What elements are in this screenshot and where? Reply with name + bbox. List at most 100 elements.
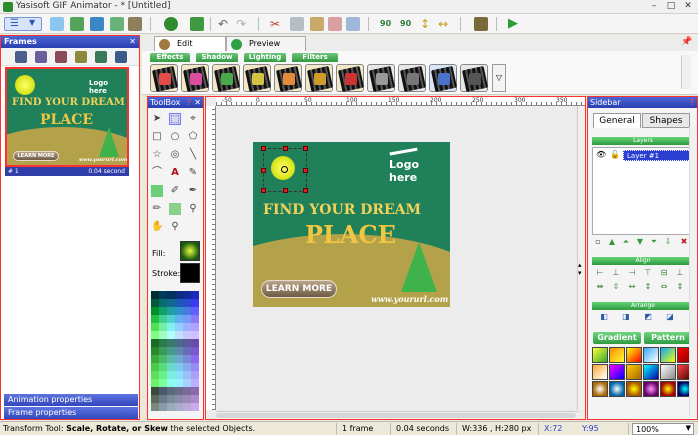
delete-layer-icon[interactable]: ✖ — [680, 238, 688, 246]
horizontal-scrollbar[interactable] — [216, 411, 578, 419]
resize-handle[interactable] — [261, 168, 266, 173]
help-icon[interactable]: ? — [187, 97, 191, 108]
align-top-icon[interactable]: ⊤ — [644, 269, 652, 277]
insert-frame-icon[interactable] — [35, 51, 47, 63]
layer-top-icon[interactable]: ⏶ — [622, 238, 630, 246]
resize-handle[interactable] — [303, 168, 308, 173]
close-button[interactable]: ✕ — [682, 1, 694, 12]
vertical-scrollbar[interactable]: ▴ ▾ — [577, 106, 585, 410]
center-v-icon[interactable]: ⇕ — [676, 283, 684, 291]
resize-handle[interactable] — [283, 146, 288, 151]
rectangle-icon[interactable]: □ — [151, 131, 163, 143]
fill-swatch[interactable] — [180, 241, 200, 261]
sidebar-scrollbar[interactable] — [689, 127, 696, 417]
move-frame-down-icon[interactable] — [115, 51, 127, 63]
merge-layer-icon[interactable]: ⇩ — [664, 238, 672, 246]
play-icon[interactable]: ▶ — [508, 17, 522, 31]
effect-preset-4[interactable] — [243, 64, 272, 93]
scroll-up-icon[interactable]: ▴ — [578, 261, 582, 269]
visibility-eye-icon[interactable]: 👁 — [596, 150, 606, 159]
menu-button[interactable]: ☰ ▼ — [4, 17, 42, 31]
duplicate-frame-icon[interactable] — [55, 51, 67, 63]
node-edit-icon[interactable]: ⌖ — [187, 113, 199, 125]
hand-icon[interactable]: ✋ — [151, 221, 163, 233]
bring-forward-icon[interactable]: ◨ — [622, 313, 630, 321]
close-icon[interactable]: ✕ — [194, 97, 201, 108]
eyedropper-icon[interactable]: ✏ — [151, 203, 163, 215]
resize-handle[interactable] — [261, 146, 266, 151]
image-icon[interactable] — [474, 17, 488, 31]
bring-front-icon[interactable]: ◧ — [600, 313, 608, 321]
same-width-icon[interactable]: ↔ — [628, 283, 636, 291]
distribute-h-icon[interactable]: ⇹ — [596, 283, 604, 291]
effect-preset-10[interactable] — [429, 64, 458, 93]
text-icon[interactable]: A — [169, 167, 181, 179]
align-left-icon[interactable]: ⊢ — [596, 269, 604, 277]
align-middle-icon[interactable]: ⊟ — [660, 269, 668, 277]
rotation-center[interactable] — [281, 166, 288, 173]
tab-preview[interactable]: Preview — [226, 36, 306, 51]
effect-preset-2[interactable] — [181, 64, 210, 93]
tab-filters[interactable]: Filters — [292, 53, 338, 62]
gradient-palette[interactable] — [592, 347, 693, 417]
layer-bottom-icon[interactable]: ⏷ — [650, 238, 658, 246]
gradient-button[interactable]: Gradient — [593, 332, 641, 344]
effect-preset-5[interactable] — [274, 64, 303, 93]
bezier-icon[interactable]: ⌒ — [151, 167, 163, 179]
effect-preset-6[interactable] — [305, 64, 334, 93]
tab-shadow[interactable]: Shadow — [196, 53, 238, 62]
canvas-area[interactable]: -50 0 50 100 150 200 250 300 350 ▴ ▾ Log… — [205, 96, 586, 420]
tab-effects[interactable]: Effects — [150, 53, 190, 62]
redo-icon[interactable]: ↷ — [236, 17, 250, 31]
maximize-button[interactable]: □ — [665, 1, 677, 12]
flip-vertical-icon[interactable]: ↕ — [420, 17, 434, 31]
pencil-icon[interactable]: ✎ — [187, 167, 199, 179]
brush-icon[interactable]: ✐ — [169, 185, 181, 197]
star-icon[interactable]: ☆ — [151, 149, 163, 161]
align-right-icon[interactable]: ⊣ — [628, 269, 636, 277]
delete-frame-icon[interactable] — [75, 51, 87, 63]
close-icon[interactable]: ✕ — [129, 36, 136, 48]
rotate-left-icon[interactable]: 90 — [380, 17, 394, 31]
effect-preset-11[interactable] — [460, 64, 489, 93]
move-frame-up-icon[interactable] — [95, 51, 107, 63]
layer-item[interactable]: Layer #1 — [623, 150, 691, 161]
copy-icon[interactable] — [290, 17, 304, 31]
more-effects-dropdown[interactable]: ▽ — [492, 64, 506, 92]
add-frame-icon[interactable] — [15, 51, 27, 63]
duplicate-icon[interactable] — [346, 17, 360, 31]
pattern-button[interactable]: Pattern — [644, 332, 692, 344]
resize-handle[interactable] — [283, 188, 288, 193]
tab-lighting[interactable]: Lighting — [244, 53, 286, 62]
same-height-icon[interactable]: ↕ — [644, 283, 652, 291]
lock-icon[interactable]: 🔓 — [610, 150, 620, 159]
resize-handle[interactable] — [303, 146, 308, 151]
line-icon[interactable]: ╲ — [187, 149, 199, 161]
paste-icon[interactable] — [310, 17, 324, 31]
minimize-button[interactable]: – — [648, 1, 660, 12]
spiral-icon[interactable]: ◎ — [169, 149, 181, 161]
zoom-icon[interactable]: ⚲ — [169, 221, 181, 233]
effect-preset-8[interactable] — [367, 64, 396, 93]
stroke-swatch[interactable] — [180, 263, 200, 283]
help-icon[interactable]: ? — [690, 97, 694, 108]
layer-down-icon[interactable]: ▼ — [636, 238, 644, 246]
send-back-icon[interactable]: ◪ — [666, 313, 674, 321]
new-icon[interactable] — [50, 17, 64, 31]
send-backward-icon[interactable]: ◩ — [644, 313, 652, 321]
resize-handle[interactable] — [261, 188, 266, 193]
color-palette[interactable] — [151, 291, 199, 416]
ellipse-icon[interactable]: ○ — [169, 131, 181, 143]
center-h-icon[interactable]: ⇔ — [660, 283, 668, 291]
transform-icon[interactable]: ⬚ — [169, 113, 181, 125]
rotate-right-icon[interactable]: 90 — [400, 17, 414, 31]
export-icon[interactable] — [128, 17, 142, 31]
save-as-icon[interactable] — [110, 17, 124, 31]
animation-properties-button[interactable]: Animation properties — [4, 394, 138, 406]
pin-icon[interactable]: 📌 — [681, 37, 692, 47]
align-center-icon[interactable]: ⊥ — [612, 269, 620, 277]
distribute-v-icon[interactable]: ⇳ — [612, 283, 620, 291]
cut-icon[interactable]: ✂ — [270, 17, 284, 31]
delete-icon[interactable] — [328, 17, 342, 31]
align-bottom-icon[interactable]: ⊥ — [676, 269, 684, 277]
